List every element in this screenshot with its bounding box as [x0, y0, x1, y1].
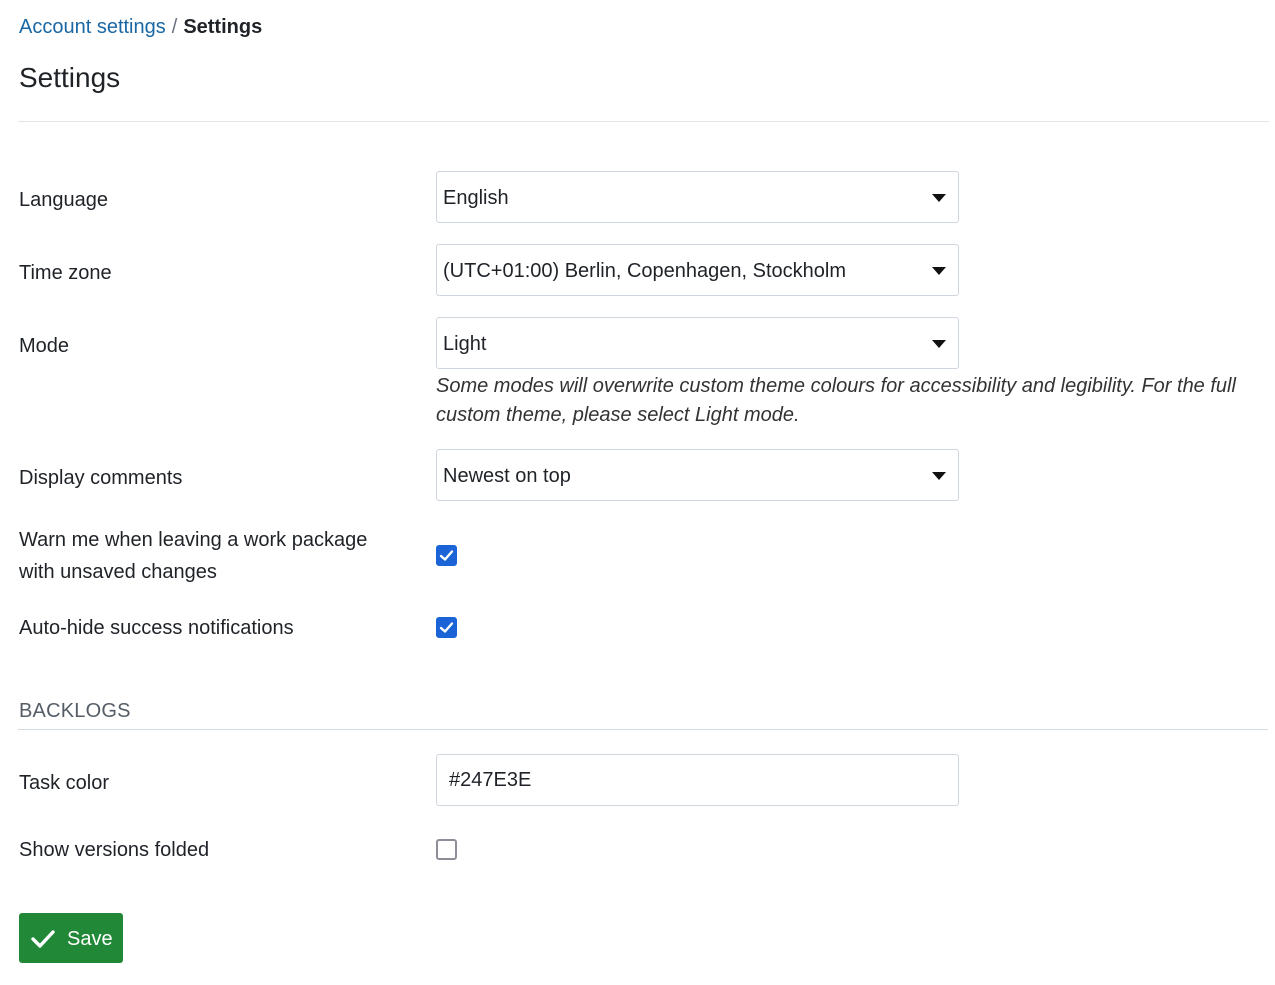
display-comments-select-value: Newest on top: [443, 465, 571, 487]
display-comments-select[interactable]: Newest on top: [436, 449, 959, 501]
auto-hide-checkbox[interactable]: [436, 617, 457, 638]
save-button[interactable]: Save: [19, 913, 123, 963]
task-color-label: Task color: [19, 772, 110, 794]
save-button-label: Save: [67, 928, 113, 950]
auto-hide-label: Auto-hide success notifications: [19, 617, 294, 639]
mode-select-value: Light: [443, 333, 487, 355]
caret-down-icon: [932, 472, 946, 480]
caret-down-icon: [932, 194, 946, 202]
checkmark-icon: [439, 622, 454, 633]
mode-select[interactable]: Light: [436, 317, 959, 369]
time-zone-select[interactable]: (UTC+01:00) Berlin, Copenhagen, Stockhol…: [436, 244, 959, 296]
backlogs-section-header: BACKLOGS: [19, 700, 131, 722]
show-versions-folded-checkbox[interactable]: [436, 839, 457, 860]
warn-unsaved-label-line2: with unsaved changes: [19, 561, 217, 583]
warn-unsaved-checkbox[interactable]: [436, 545, 457, 566]
caret-down-icon: [932, 340, 946, 348]
breadcrumb-account-settings-link[interactable]: Account settings: [19, 16, 166, 38]
mode-help-text: Some modes will overwrite custom theme c…: [436, 375, 1236, 426]
mode-label: Mode: [19, 335, 70, 357]
checkmark-icon: [31, 930, 55, 948]
title-divider: [18, 121, 1269, 122]
checkmark-icon: [439, 550, 454, 561]
task-color-input[interactable]: [436, 754, 959, 806]
backlogs-divider: [18, 729, 1268, 730]
breadcrumb-current: Settings: [183, 16, 263, 38]
caret-down-icon: [932, 267, 946, 275]
language-label: Language: [19, 189, 108, 211]
display-comments-label: Display comments: [19, 467, 183, 489]
time-zone-label: Time zone: [19, 262, 112, 284]
warn-unsaved-label-line1: Warn me when leaving a work package: [19, 529, 368, 551]
language-select-value: English: [443, 187, 509, 209]
breadcrumb-separator: /: [171, 16, 178, 38]
time-zone-select-value: (UTC+01:00) Berlin, Copenhagen, Stockhol…: [443, 260, 846, 282]
language-select[interactable]: English: [436, 171, 959, 223]
show-versions-folded-label: Show versions folded: [19, 839, 210, 861]
page-title: Settings: [19, 62, 121, 93]
breadcrumb: Account settings / Settings: [19, 13, 262, 41]
